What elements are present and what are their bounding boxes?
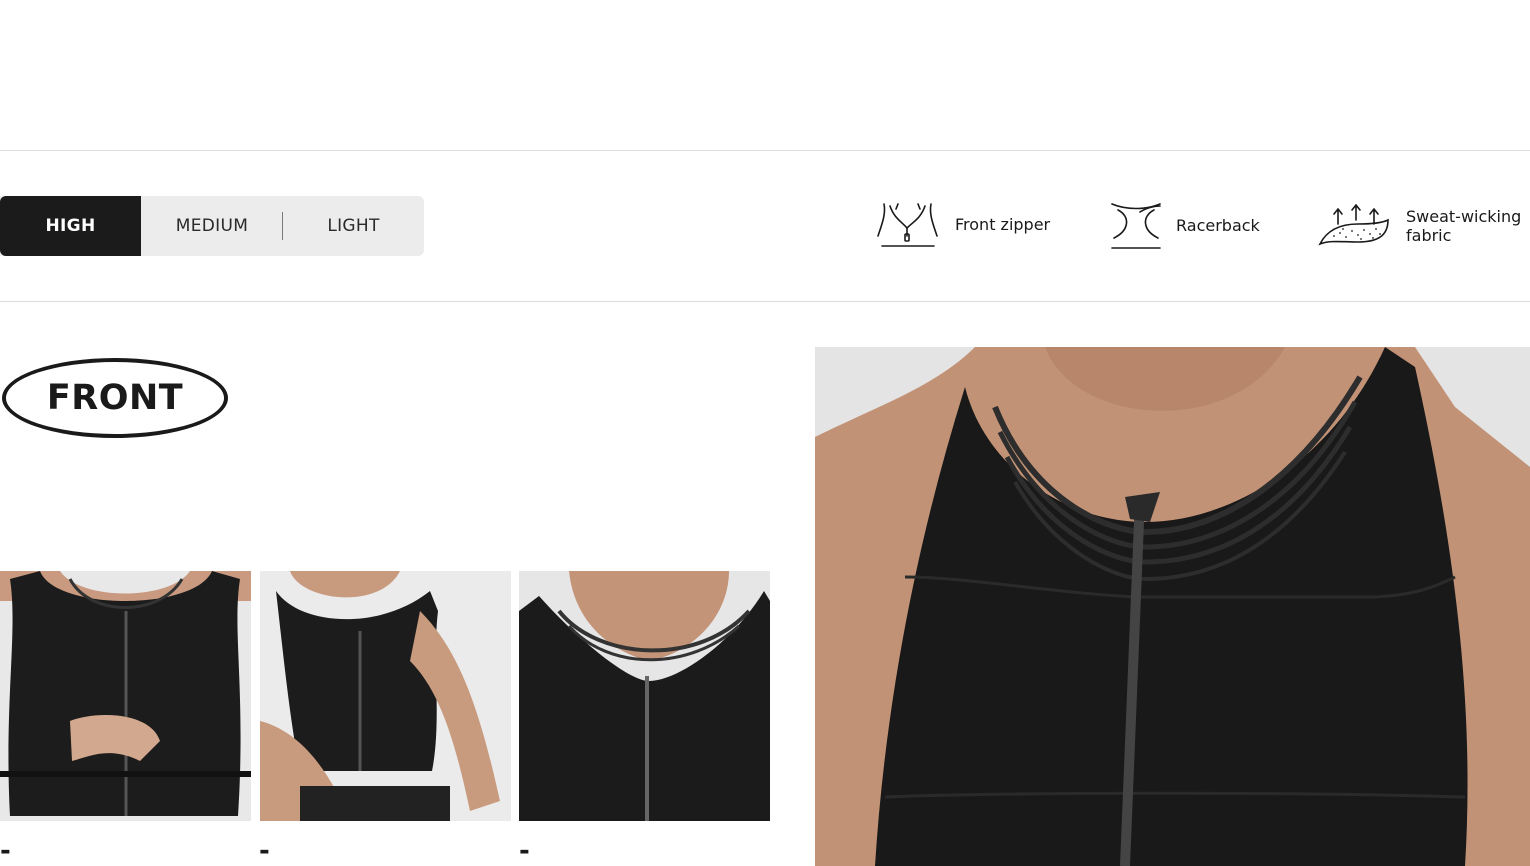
- top-divider: [0, 150, 1530, 151]
- toggle-separator: [282, 212, 283, 240]
- racerback-icon: [1111, 203, 1161, 249]
- thumbnail-image: [260, 571, 511, 821]
- product-thumbnail[interactable]: [260, 571, 511, 821]
- support-level-medium-button[interactable]: MEDIUM: [141, 196, 283, 256]
- bottom-divider: [0, 301, 1530, 302]
- thumbnail-caption: -: [259, 836, 270, 866]
- support-level-high-button[interactable]: HIGH: [0, 196, 141, 256]
- main-product-image: [815, 347, 1530, 866]
- feature-label-front-zipper: Front zipper: [955, 214, 1051, 234]
- support-level-light-button[interactable]: LIGHT: [283, 196, 424, 256]
- product-photo: [815, 347, 1530, 866]
- sweat-wicking-icon: [1318, 204, 1389, 246]
- feature-sweat-wicking: Sweat-wicking fabric: [1318, 204, 1530, 248]
- feature-label-racerback: Racerback: [1176, 215, 1260, 235]
- thumbnail-caption: -: [519, 836, 530, 866]
- feature-front-zipper: Front zipper: [876, 198, 1050, 250]
- thumbnail-image: [0, 571, 251, 821]
- view-badge: FRONT: [2, 358, 228, 438]
- feature-racerback: Racerback: [1108, 200, 1260, 250]
- front-zipper-icon: [877, 203, 938, 247]
- product-thumbnail[interactable]: [0, 571, 251, 821]
- product-thumbnail[interactable]: [519, 571, 770, 821]
- support-level-toggle: HIGH MEDIUM LIGHT: [0, 196, 424, 256]
- thumbnail-caption: -: [0, 836, 11, 866]
- thumbnail-image: [519, 571, 770, 821]
- feature-label-sweat-wicking: Sweat-wicking fabric: [1406, 207, 1522, 245]
